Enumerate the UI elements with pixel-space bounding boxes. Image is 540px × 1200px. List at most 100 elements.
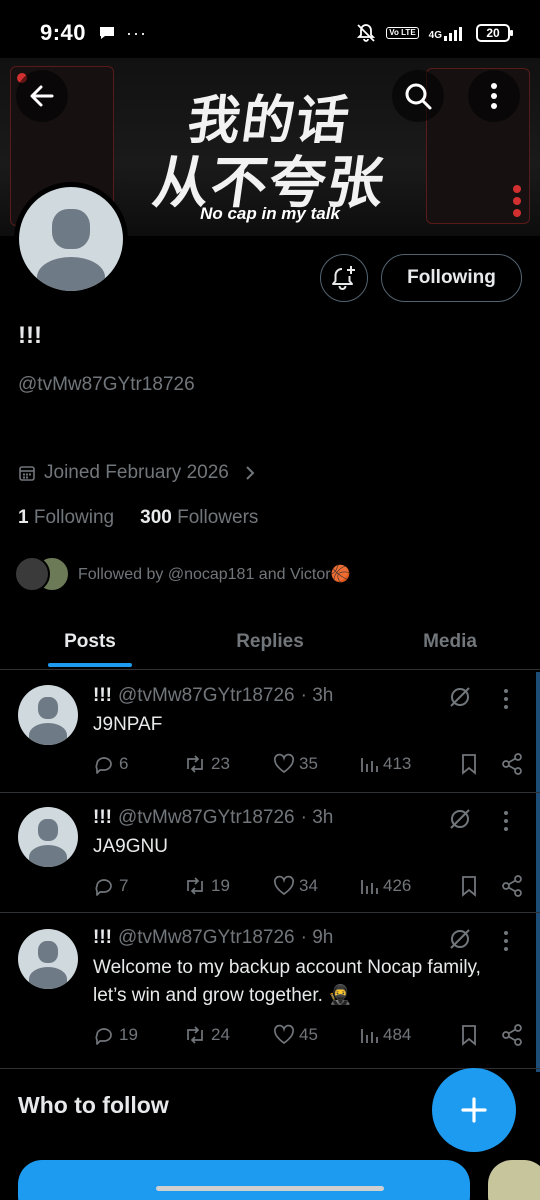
reply-count: 6: [119, 754, 129, 773]
volte-badge: Vo LTE: [386, 27, 419, 39]
share-icon: [502, 753, 522, 775]
bookmark-button[interactable]: [459, 875, 501, 897]
post-item[interactable]: !!! @tvMw87GYtr18726 · 3h JA9GNU 7 19 34…: [0, 793, 540, 913]
repost-button[interactable]: 19: [183, 875, 273, 897]
reply-button[interactable]: 19: [93, 1024, 183, 1046]
compose-button[interactable]: [432, 1068, 516, 1152]
avatar-body: [29, 967, 67, 989]
joined-date-row[interactable]: Joined February 2026: [18, 462, 259, 484]
share-button[interactable]: [501, 1024, 523, 1046]
notifications-button[interactable]: [320, 254, 368, 302]
post-more-button[interactable]: [496, 811, 516, 831]
more-options-button[interactable]: [468, 70, 520, 122]
post-avatar[interactable]: [18, 685, 78, 745]
back-button[interactable]: [16, 70, 68, 122]
grok-icon[interactable]: [448, 685, 472, 709]
share-button[interactable]: [501, 753, 523, 775]
like-count: 45: [299, 1025, 318, 1044]
follow-counts: 1 Following 300 Followers: [18, 507, 258, 529]
share-button[interactable]: [501, 875, 523, 897]
views-count: 484: [383, 1025, 412, 1044]
bookmark-icon: [462, 1025, 476, 1046]
following-count-link[interactable]: 1 Following: [18, 507, 114, 529]
views-button[interactable]: 413: [359, 754, 459, 774]
reply-button[interactable]: 6: [93, 753, 183, 775]
bell-plus-icon: [332, 266, 355, 290]
share-icon: [502, 875, 522, 897]
avatar-head: [38, 941, 58, 963]
repost-count: 23: [211, 754, 230, 773]
chevron-right-icon: [246, 466, 255, 480]
bookmark-button[interactable]: [459, 1024, 501, 1046]
back-arrow-icon: [30, 85, 54, 107]
joined-date-text: Joined February 2026: [44, 462, 229, 483]
like-button[interactable]: 35: [273, 753, 359, 775]
views-count: 413: [383, 754, 412, 773]
post-time: · 3h: [300, 685, 334, 706]
repost-button[interactable]: 24: [183, 1024, 273, 1046]
profile-avatar[interactable]: [14, 182, 128, 296]
like-button[interactable]: 45: [273, 1024, 359, 1046]
grok-icon[interactable]: [448, 927, 472, 951]
followed-by-avatars: [14, 556, 70, 592]
avatar-body: [37, 257, 105, 291]
bookmark-icon: [462, 876, 476, 897]
post-avatar[interactable]: [18, 929, 78, 989]
status-right: Vo LTE 4G 20: [356, 23, 513, 43]
tab-media[interactable]: Media: [360, 614, 540, 669]
reply-icon: [95, 1028, 112, 1045]
followers-count-link[interactable]: 300 Followers: [140, 507, 258, 529]
following-button[interactable]: Following: [381, 254, 522, 302]
status-time: 9:40: [40, 20, 87, 45]
suggestion-card[interactable]: [18, 1160, 470, 1200]
views-button[interactable]: 484: [359, 1025, 459, 1045]
views-button[interactable]: 426: [359, 876, 459, 896]
bookmark-button[interactable]: [459, 753, 501, 775]
home-indicator[interactable]: [156, 1186, 384, 1191]
following-count: 1: [18, 507, 29, 528]
followed-by-text: Followed by @nocap181 and Victor🏀: [78, 566, 351, 583]
followers-count: 300: [140, 507, 172, 528]
profile-handle: @tvMw87GYtr18726: [18, 374, 195, 395]
post-more-button[interactable]: [496, 931, 516, 951]
suggestion-card-next[interactable]: [488, 1160, 540, 1200]
more-vertical-icon: [491, 83, 497, 109]
post-text: J9NPAF: [93, 714, 163, 735]
battery-icon: 20: [476, 24, 513, 42]
signal-icon: 4G: [429, 25, 466, 41]
profile-display-name: !!!: [18, 322, 42, 349]
tab-posts[interactable]: Posts: [0, 614, 180, 669]
repost-count: 19: [211, 876, 230, 895]
followed-by-row[interactable]: Followed by @nocap181 and Victor🏀: [14, 556, 350, 592]
active-tab-indicator: [48, 663, 132, 667]
post-text: Welcome to my backup account Nocap famil…: [93, 957, 481, 1006]
following-label: Following: [33, 507, 115, 528]
reply-icon: [95, 879, 112, 896]
more-notifications-icon: ···: [126, 22, 148, 43]
network-type: 4G: [428, 30, 442, 41]
post-more-button[interactable]: [496, 689, 516, 709]
like-icon: [273, 753, 295, 774]
views-count: 426: [383, 876, 412, 895]
post-author-handle: @tvMw87GYtr18726: [117, 685, 295, 706]
tab-replies[interactable]: Replies: [180, 614, 360, 669]
profile-tabs: Posts Replies Media: [0, 614, 540, 670]
post-item[interactable]: !!! @tvMw87GYtr18726 · 9h Welcome to my …: [0, 913, 540, 1069]
reply-count: 19: [119, 1025, 138, 1044]
post-author-handle: @tvMw87GYtr18726: [117, 807, 295, 828]
search-button[interactable]: [392, 70, 444, 122]
grok-icon[interactable]: [448, 807, 472, 831]
like-count: 35: [299, 754, 318, 773]
search-icon: [405, 83, 432, 110]
post-text: JA9GNU: [93, 836, 168, 857]
repost-button[interactable]: 23: [183, 753, 273, 775]
compose-plus-icon: [461, 1097, 487, 1123]
post-header: !!! @tvMw87GYtr18726 · 3h: [93, 807, 333, 829]
avatar-head: [52, 209, 90, 249]
like-button[interactable]: 34: [273, 875, 359, 897]
like-count: 34: [299, 876, 318, 895]
reply-button[interactable]: 7: [93, 875, 183, 897]
post-avatar[interactable]: [18, 807, 78, 867]
post-item[interactable]: !!! @tvMw87GYtr18726 · 3h J9NPAF 6 23 35…: [0, 671, 540, 793]
followers-label: Followers: [177, 507, 259, 528]
